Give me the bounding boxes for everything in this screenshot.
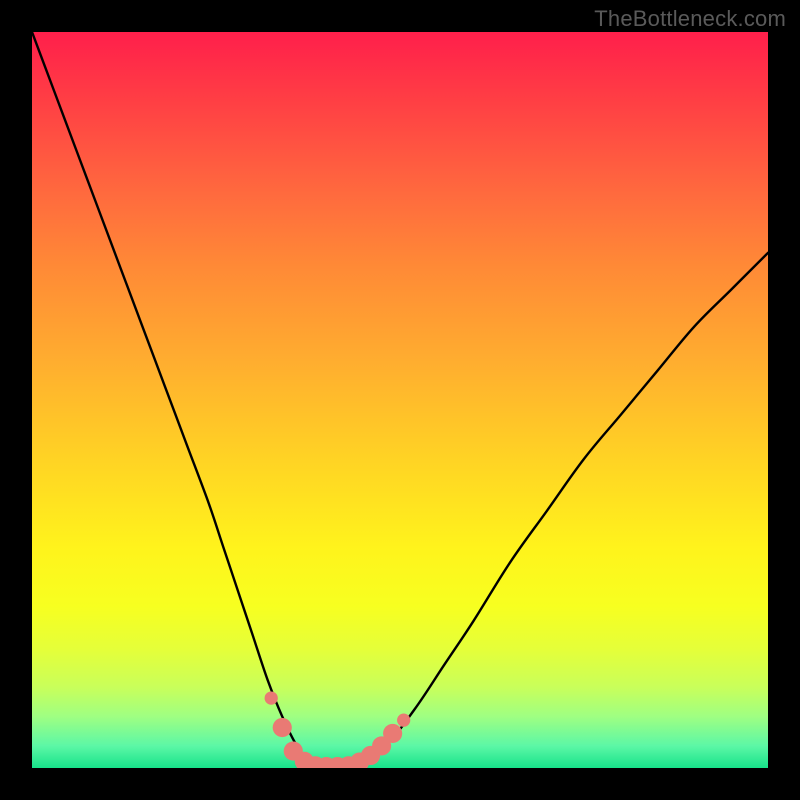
watermark-text: TheBottleneck.com	[594, 6, 786, 32]
minimum-marker	[383, 724, 402, 743]
plot-area	[32, 32, 768, 768]
chart-frame: TheBottleneck.com	[0, 0, 800, 800]
minimum-marker	[273, 718, 292, 737]
bottleneck-curve	[32, 32, 768, 768]
minimum-markers	[265, 691, 411, 768]
curve-layer	[32, 32, 768, 768]
minimum-marker	[397, 714, 410, 727]
minimum-marker	[265, 691, 278, 704]
